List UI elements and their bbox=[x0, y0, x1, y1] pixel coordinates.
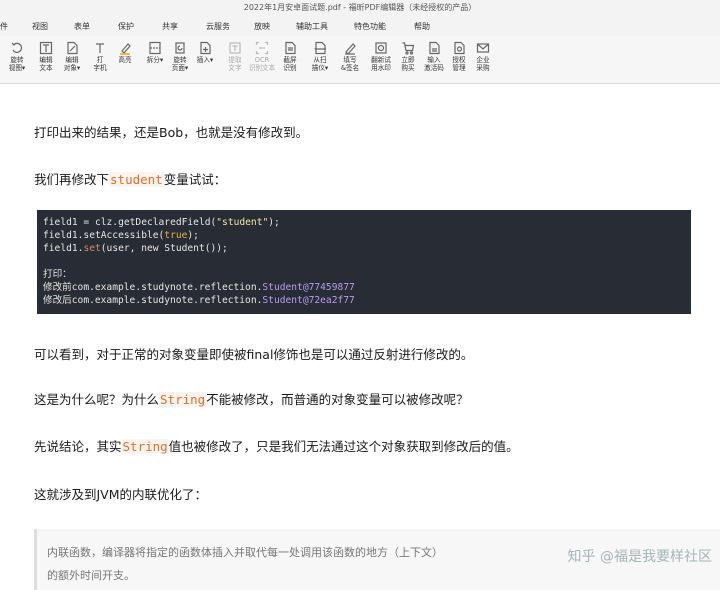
rotate-page-button[interactable]: 旋转 页面▾ bbox=[166, 40, 194, 72]
activation-code-button[interactable]: 输入 激活码 bbox=[420, 40, 448, 72]
paragraph-why-string: 这是为什么呢？为什么String不能被修改，而普通的对象变量可以被修改呢？ bbox=[34, 389, 469, 408]
toolbar-label: OCR 识别文本 bbox=[248, 56, 276, 72]
toolbar-label: 旋转 视图▾ bbox=[8, 56, 26, 72]
insert-button[interactable]: 插入▾ bbox=[191, 40, 219, 64]
edit-text-icon bbox=[39, 40, 53, 55]
toolbar-label: 填写 &签名 bbox=[340, 56, 360, 72]
code-line: 修改前com.example.studynote.reflection.Stud… bbox=[43, 282, 355, 293]
menu-tools[interactable]: 辅助工具 bbox=[296, 21, 328, 32]
menu-features[interactable]: 特色功能 bbox=[354, 21, 386, 32]
screenshot-ocr-icon bbox=[283, 40, 297, 55]
document-page: 打印出来的结果，还是Bob，也就是没有修改到。 我们再修改下student变量试… bbox=[0, 85, 720, 590]
menu-slideshow[interactable]: 放映 bbox=[254, 21, 270, 32]
paragraph-modify-student: 我们再修改下student变量试试： bbox=[34, 169, 226, 188]
edit-text-button[interactable]: 编辑 文本 bbox=[32, 40, 60, 72]
extract-text-icon bbox=[228, 40, 242, 54]
edit-object-icon bbox=[65, 40, 79, 55]
sign-icon bbox=[343, 40, 357, 55]
cart-icon bbox=[401, 40, 415, 55]
activation-code-icon bbox=[427, 40, 441, 55]
inline-code: String bbox=[159, 392, 207, 407]
toolbar-label: 打字机 bbox=[93, 56, 107, 72]
extract-text-button: 提取 文字 bbox=[221, 40, 249, 72]
toolbar-label: 输入 激活码 bbox=[424, 56, 444, 72]
code-line: 修改后com.example.studynote.reflection.Stud… bbox=[43, 295, 355, 306]
menu-form[interactable]: 表单 bbox=[74, 21, 90, 32]
watermark-icon bbox=[374, 40, 388, 54]
blockquote: 内联函数，编译器将指定的函数体插入并取代每一处调用该函数的地方（上下文） 的额外… bbox=[34, 529, 720, 590]
rotate-page-icon bbox=[173, 40, 187, 54]
inline-code: student bbox=[109, 172, 164, 187]
text: 先说结论，其实 bbox=[34, 439, 122, 454]
text: 值也被修改了，只是我们无法通过这个对象获取到修改后的值。 bbox=[168, 439, 519, 454]
trial-watermark-button[interactable]: 翻新试 用水印 bbox=[367, 40, 395, 72]
split-button[interactable]: 拆分▾ bbox=[141, 40, 169, 64]
menu-protect[interactable]: 保护 bbox=[118, 21, 134, 32]
window-title: 2022年1月安卓面试题.pdf - 福昕PDF编辑器（未经授权的产品） bbox=[0, 0, 720, 16]
insert-icon bbox=[198, 40, 212, 55]
menu-cloud[interactable]: 云服务 bbox=[206, 21, 230, 32]
mail-icon bbox=[476, 40, 490, 54]
toolbar-label: 插入▾ bbox=[196, 56, 214, 64]
ocr-button: OCR 识别文本 bbox=[248, 40, 276, 72]
menu-bar: 件 视图 表单 保护 共享 云服务 放映 辅助工具 特色功能 帮助 bbox=[0, 16, 720, 36]
license-icon bbox=[452, 40, 466, 55]
toolbar-label: 企业 采购 bbox=[476, 56, 490, 72]
rotate-view-button[interactable]: 旋转 视图▾ bbox=[3, 40, 31, 72]
quote-line: 内联函数，编译器将指定的函数体插入并取代每一处调用该函数的地方（上下文） bbox=[47, 546, 443, 559]
toolbar-label: 高亮 bbox=[118, 56, 132, 64]
ribbon-toolbar: 旋转 视图▾ 编辑 文本 编辑 对象▾ 打字机 高亮 拆分▾ 旋转 页面▾ 插入▾ 提取… bbox=[0, 36, 720, 84]
toolbar-label: 翻新试 用水印 bbox=[371, 56, 391, 72]
highlight-button[interactable]: 高亮 bbox=[111, 40, 139, 64]
menu-file[interactable]: 件 bbox=[0, 21, 8, 32]
paragraph-jvm-inline: 这就涉及到JVM的内联优化了： bbox=[34, 487, 208, 502]
code-line: field1.setAccessible(true); bbox=[43, 230, 199, 241]
menu-view[interactable]: 视图 bbox=[32, 21, 48, 32]
text: 不能被修改，而普通的对象变量可以被修改呢？ bbox=[206, 392, 469, 407]
toolbar-label: 提取 文字 bbox=[228, 56, 242, 72]
fill-sign-button[interactable]: 填写 &签名 bbox=[336, 40, 364, 72]
menu-share[interactable]: 共享 bbox=[162, 21, 178, 32]
toolbar-label: 编辑 文本 bbox=[39, 56, 53, 72]
typewriter-icon bbox=[93, 40, 107, 54]
code-line: 打印： bbox=[43, 269, 72, 280]
rotate-icon bbox=[10, 40, 24, 54]
buy-now-button[interactable]: 立即 购买 bbox=[394, 40, 422, 72]
scanner-icon bbox=[313, 40, 327, 55]
screenshot-ocr-button[interactable]: 截屏 识别 bbox=[276, 40, 304, 72]
enterprise-purchase-button[interactable]: 企业 采购 bbox=[469, 40, 497, 72]
paragraph-result: 打印出来的结果，还是Bob，也就是没有修改到。 bbox=[34, 125, 309, 140]
typewriter-button[interactable]: 打字机 bbox=[86, 40, 114, 72]
paragraph-final: 可以看到，对于正常的对象变量即使被final修饰也是可以通过反射进行修改的。 bbox=[34, 347, 474, 362]
menu-help[interactable]: 帮助 bbox=[414, 21, 430, 32]
text: 这是为什么呢？为什么 bbox=[34, 392, 160, 407]
quote-line: 的额外时间开支。 bbox=[47, 569, 135, 582]
inline-code: String bbox=[121, 439, 169, 454]
text: 我们再修改下 bbox=[34, 172, 110, 187]
code-line: field1 = clz.getDeclaredField("student")… bbox=[43, 217, 280, 228]
toolbar-label: 旋转 页面▾ bbox=[171, 56, 189, 72]
code-line: field1.set(user, new Student()); bbox=[43, 243, 228, 254]
code-block: field1 = clz.getDeclaredField("student")… bbox=[37, 210, 691, 314]
highlight-icon bbox=[118, 40, 132, 55]
toolbar-label: 截屏 识别 bbox=[283, 56, 297, 72]
paragraph-conclusion: 先说结论，其实String值也被修改了，只是我们无法通过这个对象获取到修改后的值… bbox=[34, 436, 519, 455]
watermark: 知乎 @福是我要样社区 bbox=[567, 549, 712, 565]
toolbar-label: 从扫 描仪▾ bbox=[311, 56, 329, 72]
toolbar-label: 立即 购买 bbox=[401, 56, 415, 72]
edit-object-button[interactable]: 编辑 对象▾ bbox=[58, 40, 86, 72]
scanner-button[interactable]: 从扫 描仪▾ bbox=[306, 40, 334, 72]
toolbar-label: 编辑 对象▾ bbox=[63, 56, 81, 72]
toolbar-label: 拆分▾ bbox=[146, 56, 164, 64]
ocr-icon bbox=[255, 40, 269, 55]
split-icon bbox=[148, 40, 162, 55]
text: 变量试试： bbox=[163, 172, 227, 187]
